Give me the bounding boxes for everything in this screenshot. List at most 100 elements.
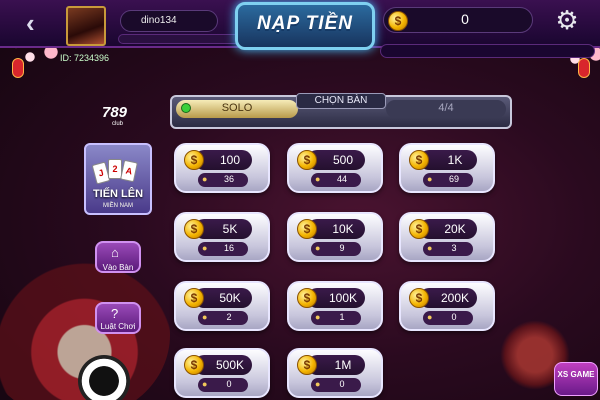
lantern-icon (578, 58, 590, 78)
bet-tile[interactable]: $1M ● 0 (287, 348, 383, 398)
corner-logo-text: XS GAME (557, 370, 595, 379)
bet-amount-pill: $100 (184, 150, 252, 170)
bet-tile[interactable]: $100K ● 1 (287, 281, 383, 331)
coin-icon: $ (297, 355, 317, 375)
game-subtitle: MIỀN NAM (103, 203, 133, 209)
bet-amount: 20K (444, 222, 466, 236)
lantern-icon (12, 58, 24, 78)
bet-amount: 100 (219, 153, 241, 167)
player-count: 2 (226, 312, 232, 322)
coin-icon: $ (184, 219, 204, 239)
coin-icon: $ (297, 288, 317, 308)
page-title: NẠP TIỀN (257, 13, 353, 34)
bet-amount: 500K (215, 358, 245, 372)
bet-tile[interactable]: $10K ● 9 (287, 212, 383, 262)
enter-icon: ⌂ (111, 245, 119, 260)
bet-amount-pill: $50K (184, 288, 252, 308)
player-count-pill: ● 69 (423, 173, 473, 187)
person-icon: ● (202, 243, 208, 253)
choose-table-button[interactable]: CHỌN BÀN (296, 93, 386, 109)
coin-icon: $ (297, 150, 317, 170)
settings-button[interactable]: ⚙ (553, 6, 581, 34)
enter-table-label: Vào Bàn (102, 263, 134, 272)
player-count: 36 (223, 174, 234, 184)
bet-amount-pill: $1M (297, 355, 365, 375)
bet-tile[interactable]: $100 ● 36 (174, 143, 270, 193)
coin-icon: $ (388, 11, 408, 31)
chevron-left-icon: ‹ (26, 8, 35, 38)
coin-icon: $ (184, 150, 204, 170)
bet-amount-pill: $100K (297, 288, 365, 308)
player-count-pill: ● 2 (198, 311, 248, 325)
corner-logo (554, 362, 598, 396)
balance-value: 0 (461, 11, 469, 27)
tab-solo-label: SOLO (221, 102, 253, 114)
person-icon: ● (427, 174, 433, 184)
coin-icon: $ (297, 219, 317, 239)
player-count-pill: ● 36 (198, 173, 248, 187)
player-count: 44 (336, 174, 347, 184)
coin-icon: $ (184, 288, 204, 308)
person-icon: ● (202, 379, 208, 389)
bet-amount-pill: $5K (184, 219, 252, 239)
level-bar (118, 34, 243, 44)
player-count: 0 (226, 379, 232, 389)
gear-icon: ⚙ (555, 5, 579, 35)
user-id: ID: 7234396 (60, 53, 110, 63)
bet-amount: 500 (332, 153, 354, 167)
bet-amount-pill: $200K (409, 288, 477, 308)
bet-tile[interactable]: $200K ● 0 (399, 281, 495, 331)
bet-tile[interactable]: $5K ● 16 (174, 212, 270, 262)
coin-icon: $ (409, 150, 429, 170)
player-count-pill: ● 0 (311, 378, 361, 392)
person-icon: ● (427, 243, 433, 253)
coin-icon: $ (409, 219, 429, 239)
player-count: 9 (339, 243, 345, 253)
person-icon: ● (315, 379, 321, 389)
player-count-pill: ● 1 (311, 311, 361, 325)
person-icon: ● (202, 312, 208, 322)
sub-bar (380, 44, 595, 58)
players-count: 4/4 (438, 102, 454, 114)
player-count: 69 (448, 174, 459, 184)
bet-amount-pill: $1K (409, 150, 477, 170)
bet-amount: 10K (332, 222, 354, 236)
bet-amount: 1K (447, 153, 463, 167)
player-count: 1 (339, 312, 345, 322)
bet-tile[interactable]: $50K ● 2 (174, 281, 270, 331)
back-button[interactable]: ‹ (26, 8, 52, 38)
question-icon: ? (111, 306, 119, 321)
player-count: 3 (451, 243, 457, 253)
coin-icon: $ (409, 288, 429, 308)
player-count-pill: ● 9 (311, 242, 361, 256)
person-icon: ● (315, 312, 321, 322)
avatar[interactable] (66, 6, 106, 46)
logo-number: 789 (102, 104, 128, 121)
bet-tile[interactable]: $1K ● 69 (399, 143, 495, 193)
bet-tile[interactable]: $500K ● 0 (174, 348, 270, 398)
person-icon: ● (315, 174, 321, 184)
player-count-pill: ● 0 (423, 311, 473, 325)
bet-amount: 1M (334, 358, 352, 372)
bet-tile[interactable]: $20K ● 3 (399, 212, 495, 262)
bet-amount-pill: $10K (297, 219, 365, 239)
bet-amount: 5K (222, 222, 238, 236)
player-count: 0 (339, 379, 345, 389)
player-count: 0 (451, 312, 457, 322)
game-name: TIẾN LÊN (92, 188, 144, 200)
player-count: 16 (223, 243, 234, 253)
logo-club: club (112, 121, 124, 127)
person-icon: ● (315, 243, 321, 253)
lion-eye-decoration (78, 355, 130, 400)
card-icon: A (120, 159, 138, 183)
username-display: dino134 (120, 10, 218, 32)
person-icon: ● (202, 174, 208, 184)
person-icon: ● (427, 312, 433, 322)
bet-amount-pill: $500 (297, 150, 365, 170)
rules-label: Luật Chơi (100, 322, 136, 331)
bet-amount: 200K (440, 291, 470, 305)
player-count-pill: ● 16 (198, 242, 248, 256)
player-count-pill: ● 44 (311, 173, 361, 187)
bet-tile[interactable]: $500 ● 44 (287, 143, 383, 193)
player-count-pill: ● 3 (423, 242, 473, 256)
